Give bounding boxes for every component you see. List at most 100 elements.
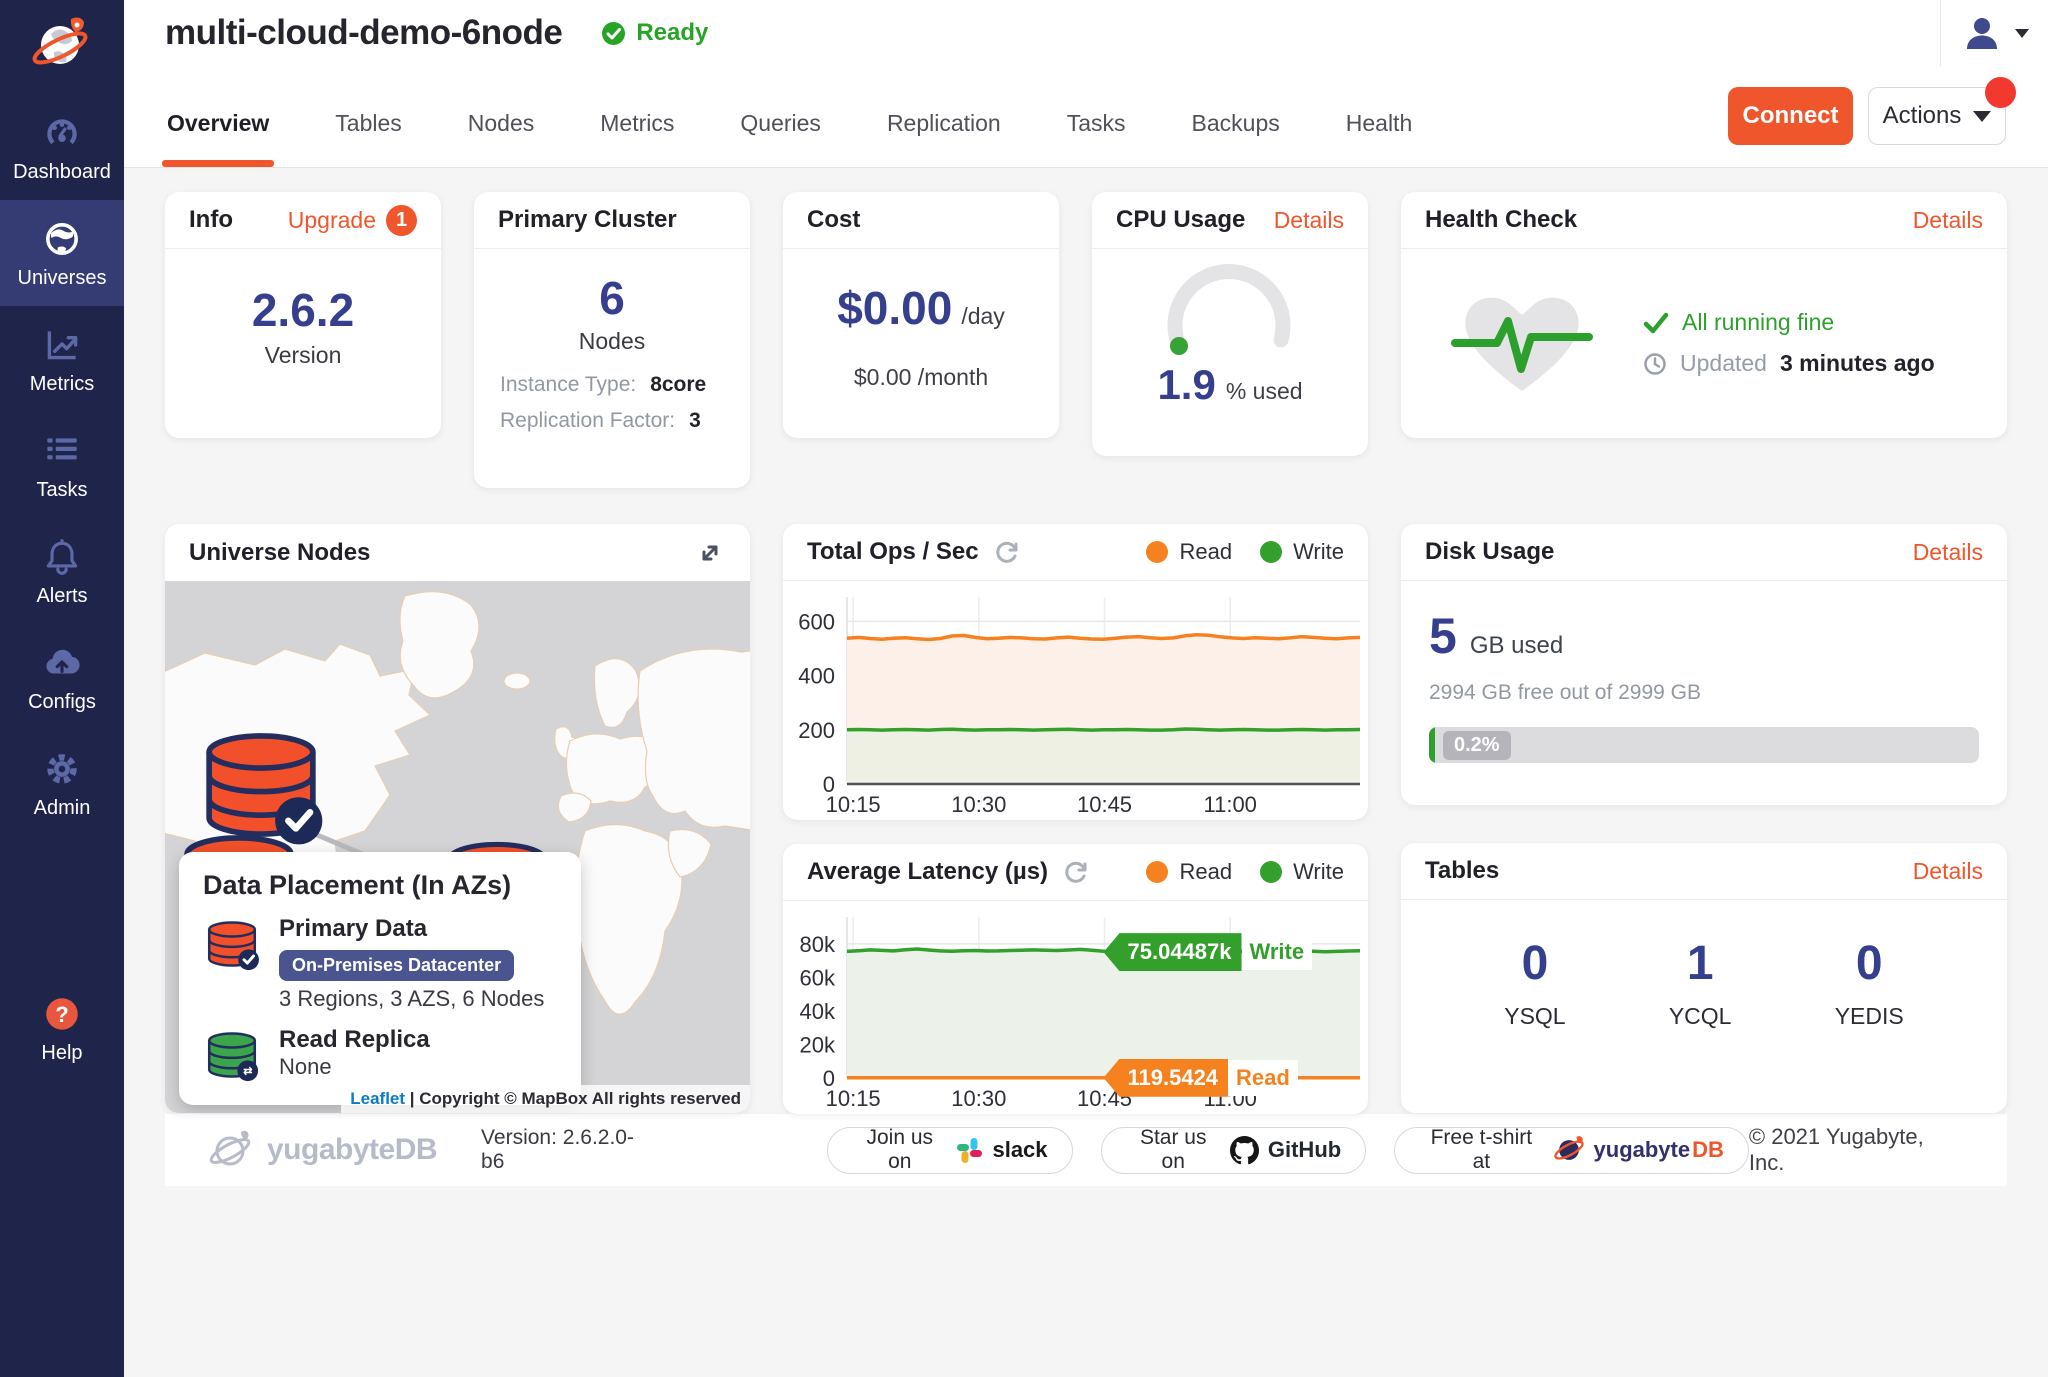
read-replica-label: Read Replica (279, 1026, 430, 1054)
table-stat-label: YSQL (1504, 1003, 1565, 1030)
sidebar-item-universes[interactable]: Universes (0, 200, 124, 306)
cost-day-unit: /day (961, 303, 1004, 330)
read-replica-desc: None (279, 1054, 430, 1080)
sidebar-item-dashboard[interactable]: Dashboard (0, 94, 124, 200)
svg-text:60k: 60k (800, 965, 836, 990)
tab-health[interactable]: Health (1344, 110, 1414, 167)
primary-data-label: Primary Data (279, 915, 544, 943)
legend-write[interactable]: Write (1260, 539, 1344, 565)
expand-icon[interactable] (694, 537, 726, 569)
actions-button[interactable]: Actions (1868, 87, 2006, 145)
alerts-icon (41, 536, 83, 578)
leaflet-link[interactable]: Leaflet (350, 1089, 405, 1108)
sidebar-item-alerts[interactable]: Alerts (0, 518, 124, 624)
cost-month-value: $0.00 /month (854, 364, 988, 391)
refresh-icon[interactable] (1062, 858, 1090, 886)
tab-overview[interactable]: Overview (165, 110, 271, 167)
tab-backups[interactable]: Backups (1190, 110, 1282, 167)
universe-tabs: Overview Tables Nodes Metrics Queries Replica… (165, 110, 1414, 167)
metrics-icon (41, 324, 83, 366)
primary-cluster-card: Primary Cluster 6 Nodes Instance Type: 8… (474, 192, 750, 488)
legend-read[interactable]: Read (1146, 539, 1232, 565)
table-stat-label: YCQL (1669, 1003, 1732, 1030)
connect-button[interactable]: Connect (1728, 87, 1853, 145)
table-stat-ycql: 1YCQL (1669, 936, 1732, 1030)
actions-label: Actions (1883, 102, 1962, 130)
universe-nodes-title: Universe Nodes (189, 539, 370, 567)
header-buttons: Connect Actions (1728, 87, 2006, 145)
sidebar-item-label: Tasks (36, 479, 87, 502)
sidebar-item-help[interactable]: ?Help (0, 975, 124, 1081)
table-stat-label: YEDIS (1835, 1003, 1904, 1030)
callout-label: Write (1242, 934, 1313, 970)
yugabyte-logo-icon[interactable] (0, 0, 124, 94)
user-menu[interactable] (1940, 0, 2048, 66)
legend-read[interactable]: Read (1146, 859, 1232, 885)
tables-details-link[interactable]: Details (1913, 858, 1983, 885)
check-circle-icon (600, 20, 627, 47)
dashboard-icon (41, 112, 83, 154)
legend-write[interactable]: Write (1260, 859, 1344, 885)
sidebar: Dashboard Universes Metrics Tasks AlertsConf… (0, 0, 124, 1377)
upgrade-label: Upgrade (288, 207, 376, 234)
footer-button-github[interactable]: Star us on GitHub (1101, 1127, 1367, 1174)
disk-details-link[interactable]: Details (1913, 539, 1983, 566)
health-details-link[interactable]: Details (1913, 207, 1983, 234)
svg-text:80k: 80k (800, 932, 836, 957)
health-check-card: Health Check Details (1401, 192, 2007, 438)
footer-button-name: GitHub (1268, 1137, 1341, 1163)
configs-icon (41, 642, 83, 684)
upgrade-count-badge: 1 (386, 205, 417, 236)
footer-button-name-accent: DB (1692, 1137, 1724, 1163)
sidebar-item-metrics[interactable]: Metrics (0, 306, 124, 412)
disk-usage-card: Disk Usage Details 5 GB used 2994 GB fre… (1401, 524, 2007, 805)
tab-tables[interactable]: Tables (333, 110, 403, 167)
admin-icon (41, 748, 83, 790)
health-updated-label: Updated (1680, 350, 1767, 377)
legend-label: Read (1179, 859, 1232, 885)
footer-buttons: Join us onslack Star us on GitHub Free t-sh… (827, 1127, 1749, 1174)
refresh-icon[interactable] (993, 538, 1021, 566)
legend-label: Write (1293, 539, 1344, 565)
data-placement-panel: Data Placement (In AZs) Primary Data On-… (179, 852, 581, 1105)
callout-label: Read (1228, 1060, 1298, 1096)
tab-metrics[interactable]: Metrics (598, 110, 676, 167)
cpu-card-title: CPU Usage (1116, 206, 1245, 234)
sidebar-item-configs[interactable]: Configs (0, 624, 124, 730)
tab-replication[interactable]: Replication (885, 110, 1003, 167)
tables-card-title: Tables (1425, 857, 1499, 885)
replication-factor-value: 3 (689, 409, 701, 433)
latency-chart: 10:1510:3010:4511:00020k40k60k80k75.0448… (783, 901, 1368, 1119)
svg-text:600: 600 (798, 609, 835, 634)
svg-text:0: 0 (823, 772, 835, 797)
app-root: Dashboard Universes Metrics Tasks AlertsConf… (0, 0, 2048, 1377)
svg-text:20k: 20k (800, 1032, 836, 1057)
sidebar-nav: Dashboard Universes Metrics Tasks AlertsConf… (0, 94, 124, 836)
help-icon: ? (41, 993, 83, 1035)
primary-data-desc: 3 Regions, 3 AZS, 6 Nodes (279, 986, 544, 1012)
charts-column: Total Ops / Sec ReadWrite 10:1510:3010:4… (783, 524, 1368, 1114)
instance-type-label: Instance Type: (500, 373, 636, 397)
world-map[interactable]: Data Placement (In AZs) Primary Data On-… (165, 581, 750, 1113)
upgrade-link[interactable]: Upgrade 1 (288, 205, 417, 236)
sidebar-item-admin[interactable]: Admin (0, 730, 124, 836)
detail-row: Universe Nodes (165, 524, 2007, 1114)
footer-button-slack[interactable]: Join us onslack (827, 1127, 1072, 1174)
sidebar-help-container: ?Help (0, 975, 124, 1081)
tab-nodes[interactable]: Nodes (466, 110, 536, 167)
svg-text:10:30: 10:30 (951, 792, 1006, 817)
sidebar-item-tasks[interactable]: Tasks (0, 412, 124, 518)
status-text: Ready (636, 19, 708, 47)
cpu-details-link[interactable]: Details (1274, 207, 1344, 234)
footer-button-prefix: Star us on (1126, 1126, 1221, 1174)
replication-factor-label: Replication Factor: (500, 409, 675, 433)
chart-svg: 10:1510:3010:4511:000200400600 (783, 581, 1368, 820)
tab-tasks[interactable]: Tasks (1065, 110, 1128, 167)
footer-button-yugabyte[interactable]: Free t-shirt atyugabyteDB (1394, 1127, 1749, 1174)
footer-version: Version: 2.6.2.0-b6 (481, 1126, 657, 1174)
legend-dot (1146, 541, 1168, 563)
universe-nodes-card: Universe Nodes (165, 524, 750, 1113)
sidebar-item-label: Universes (18, 267, 107, 290)
tab-queries[interactable]: Queries (738, 110, 823, 167)
node-count-value: 6 (599, 273, 625, 324)
